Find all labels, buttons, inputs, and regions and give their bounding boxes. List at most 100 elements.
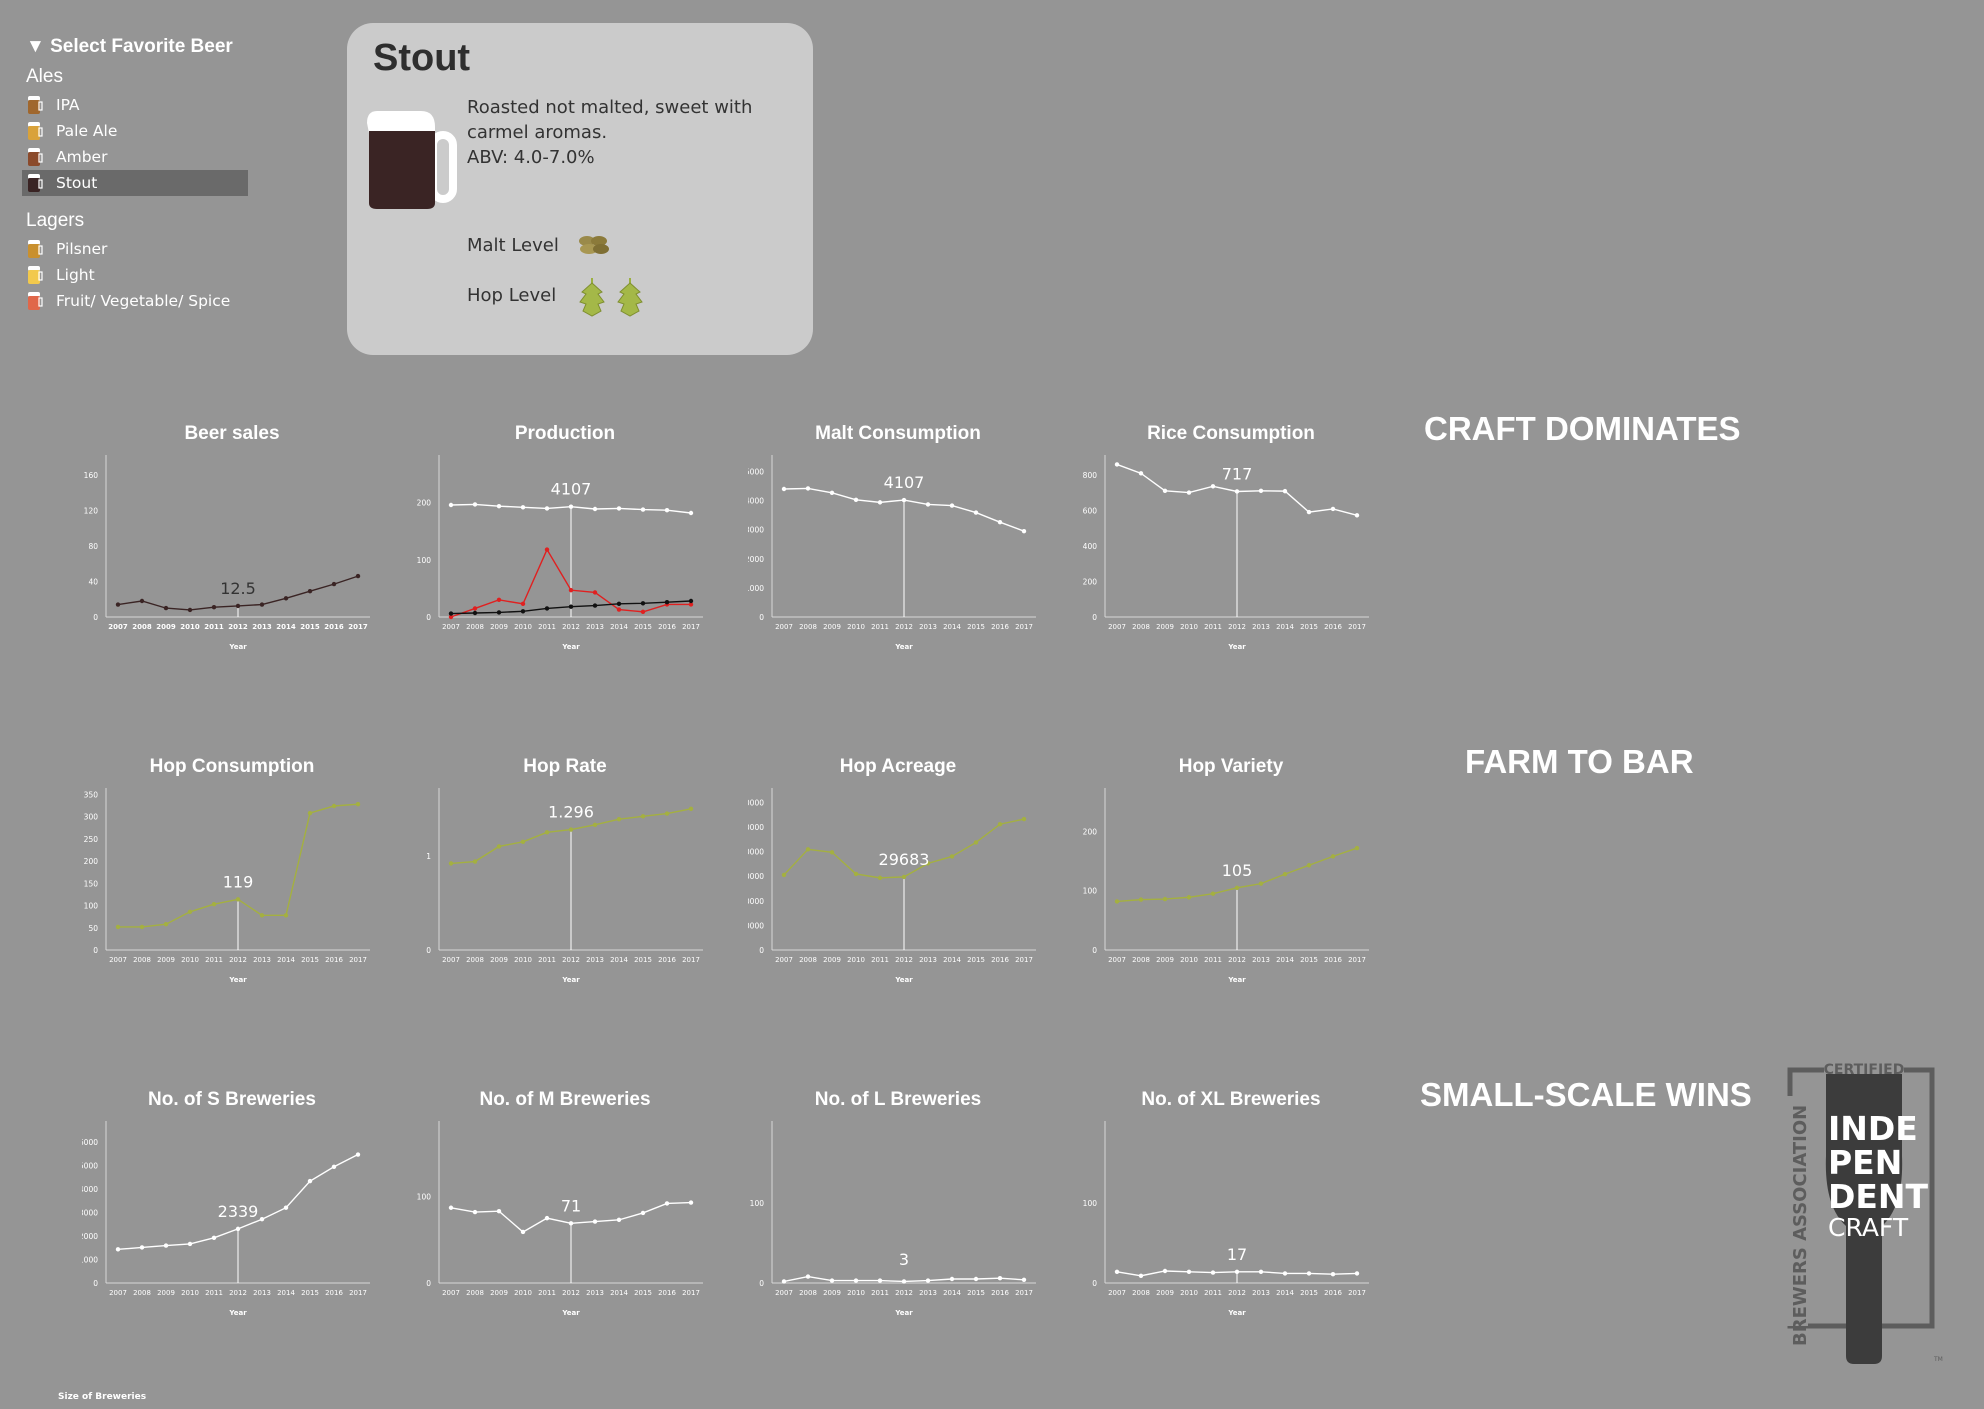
x-tick-label: 2011 bbox=[538, 1289, 556, 1297]
x-tick-label: 2013 bbox=[919, 956, 937, 964]
data-point bbox=[1306, 863, 1312, 868]
data-point bbox=[973, 510, 979, 515]
y-tick-label: 30000 bbox=[748, 872, 764, 881]
menu-item-amber[interactable]: Amber bbox=[22, 144, 248, 170]
data-point bbox=[259, 1217, 265, 1222]
data-point bbox=[283, 913, 289, 918]
chart-rice: 0 200 400 600 800 2007 2008 2009 2010 2011 2012 201… bbox=[1083, 455, 1369, 651]
x-tick-label: 2010 bbox=[514, 956, 532, 964]
x-tick-label: 2009 bbox=[1156, 623, 1174, 631]
y-tick-label: 120 bbox=[84, 506, 99, 515]
x-tick-label: 2013 bbox=[919, 623, 937, 631]
menu-item-label: Amber bbox=[56, 148, 108, 166]
data-point bbox=[187, 1241, 193, 1247]
x-tick-label: 2011 bbox=[871, 1289, 889, 1297]
y-tick-label: 40000 bbox=[748, 848, 764, 857]
x-tick-label: 2007 bbox=[1108, 623, 1126, 631]
data-point bbox=[544, 506, 550, 511]
x-tick-label: 2008 bbox=[1132, 956, 1150, 964]
menu-item-stout[interactable]: Stout bbox=[22, 170, 248, 196]
x-axis-label: Year bbox=[561, 976, 580, 984]
menu-item-light[interactable]: Light bbox=[22, 262, 248, 288]
independent-craft-logo: CERTIFIED BREWERS ASSOCIATION INDE PEN D… bbox=[1784, 1058, 1943, 1364]
data-point bbox=[1282, 488, 1288, 494]
y-tick-label: 0 bbox=[759, 613, 764, 622]
annotation-label: 2339 bbox=[218, 1202, 259, 1221]
data-point bbox=[781, 1279, 787, 1284]
menu-title[interactable]: ▼ Select Favorite Beer bbox=[26, 36, 266, 58]
chart-hop_acreage: 0 10000 20000 30000 40000 50000 60000 2007 2008 2… bbox=[748, 788, 1036, 984]
x-axis-label: Year bbox=[894, 643, 913, 651]
data-point bbox=[1162, 488, 1168, 493]
beer-glass-icon bbox=[28, 292, 43, 310]
beer-description: Roasted not malted, sweet with carmel ar… bbox=[467, 97, 753, 143]
x-tick-label: 2015 bbox=[301, 1289, 319, 1297]
menu-item-label: Pilsner bbox=[56, 240, 108, 258]
x-tick-label: 2008 bbox=[799, 623, 817, 631]
menu-item-pale-ale[interactable]: Pale Ale bbox=[22, 118, 248, 144]
data-point bbox=[829, 490, 835, 495]
x-tick-label: 2009 bbox=[490, 623, 508, 631]
x-axis-label: Year bbox=[894, 976, 913, 984]
x-tick-label: 2017 bbox=[1015, 623, 1033, 631]
y-tick-label: 20000 bbox=[748, 897, 764, 906]
y-tick-label: 160 bbox=[84, 471, 99, 480]
annotation-label: 71 bbox=[561, 1196, 581, 1215]
data-point bbox=[235, 1226, 241, 1232]
x-tick-label: 2007 bbox=[108, 623, 128, 631]
beer-mug-icon bbox=[367, 111, 457, 209]
data-point bbox=[520, 839, 526, 844]
data-point bbox=[688, 1200, 694, 1205]
x-tick-label: 2012 bbox=[562, 623, 580, 631]
x-tick-label: 2014 bbox=[610, 956, 628, 964]
x-tick-label: 2014 bbox=[277, 956, 295, 964]
annotation-label: 105 bbox=[1222, 861, 1253, 880]
x-tick-label: 2008 bbox=[466, 1289, 484, 1297]
x-tick-label: 2012 bbox=[1228, 1289, 1246, 1297]
data-point bbox=[235, 897, 241, 902]
logo-association-text: BREWERS ASSOCIATION bbox=[1790, 1105, 1811, 1346]
x-tick-label: 2012 bbox=[228, 623, 248, 631]
data-point bbox=[520, 609, 526, 614]
data-point bbox=[544, 830, 550, 835]
menu-groups: Ales IPA Pale Ale Amber Stout Lagers Pilsner Li… bbox=[22, 66, 266, 314]
chart-production: 0 100 200 2007 2008 2009 2010 2011 2012 2013 2014 2… bbox=[417, 455, 703, 651]
x-tick-label: 2016 bbox=[1324, 1289, 1342, 1297]
data-point bbox=[307, 810, 313, 816]
data-point bbox=[781, 872, 787, 878]
y-tick-label: 3000 bbox=[82, 1208, 98, 1217]
y-tick-label: 0 bbox=[93, 1279, 98, 1288]
section-craft-dominates: CRAFT DOMINATES bbox=[1424, 410, 1741, 447]
x-tick-label: 2010 bbox=[181, 1289, 199, 1297]
data-point bbox=[520, 601, 526, 607]
data-point bbox=[853, 871, 859, 877]
x-tick-label: 2017 bbox=[348, 623, 368, 631]
chart-hop_consumption: 0 50 100 150 200 250 300 350 2007 2008 2009 2010 201… bbox=[84, 788, 370, 984]
x-tick-label: 2007 bbox=[775, 1289, 793, 1297]
x-tick-label: 2011 bbox=[871, 956, 889, 964]
y-tick-label: 1 bbox=[426, 852, 431, 861]
data-point bbox=[853, 497, 859, 502]
menu-item-ipa[interactable]: IPA bbox=[22, 92, 248, 118]
data-point bbox=[211, 1235, 217, 1241]
y-tick-label: 1000 bbox=[748, 584, 764, 593]
x-tick-label: 2016 bbox=[658, 1289, 676, 1297]
logo-line-4: CRAFT bbox=[1828, 1213, 1909, 1242]
menu-item-pilsner[interactable]: Pilsner bbox=[22, 236, 248, 262]
data-point bbox=[973, 840, 979, 845]
data-point bbox=[472, 502, 478, 507]
data-point bbox=[1021, 1277, 1027, 1282]
menu-item-label: Stout bbox=[56, 174, 98, 192]
data-point bbox=[448, 1205, 454, 1210]
data-point bbox=[259, 602, 265, 607]
x-tick-label: 2015 bbox=[967, 1289, 985, 1297]
x-tick-label: 2014 bbox=[277, 1289, 295, 1297]
x-tick-label: 2009 bbox=[157, 1289, 175, 1297]
menu-item-fruit-vegetable-spice[interactable]: Fruit/ Vegetable/ Spice bbox=[22, 288, 248, 314]
y-tick-label: 0 bbox=[426, 613, 431, 622]
data-point bbox=[259, 913, 265, 918]
menu-item-label: Pale Ale bbox=[56, 122, 118, 140]
data-point bbox=[877, 500, 883, 505]
y-tick-label: 50000 bbox=[748, 823, 764, 832]
y-tick-label: 200 bbox=[1083, 827, 1098, 836]
